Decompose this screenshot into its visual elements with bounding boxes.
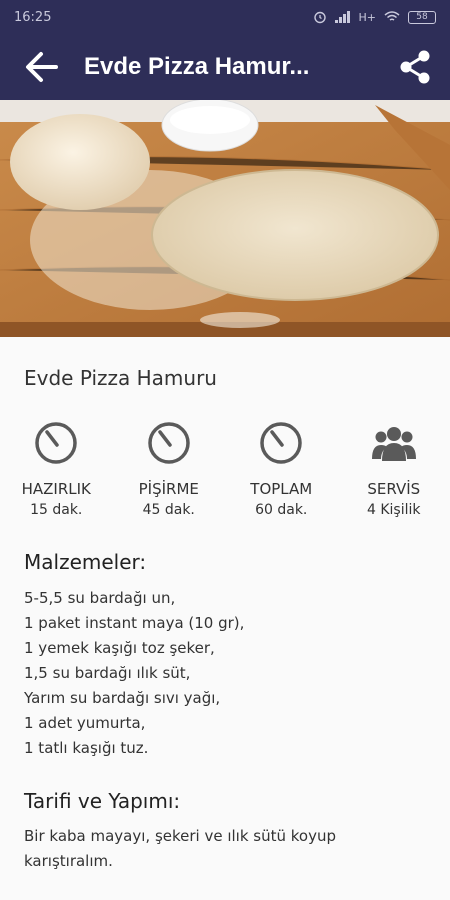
status-icons: H+ 58: [313, 10, 436, 24]
wifi-icon: [384, 11, 400, 21]
ingredients-heading: Malzemeler:: [24, 550, 147, 574]
list-item: 5-5,5 su bardağı un,: [24, 589, 176, 607]
instructions-heading: Tarifi ve Yapımı:: [24, 789, 181, 813]
stat-cook: PİŞİRME 45 dak.: [113, 418, 226, 518]
stat-value: 15 dak.: [30, 502, 83, 518]
people-icon: [371, 427, 416, 461]
app-toolbar: Evde Pizza Hamur...: [0, 34, 450, 100]
list-item: 1 tatlı kaşığı tuz.: [24, 739, 149, 757]
timer-icon: [260, 422, 302, 464]
stat-value: 45 dak.: [142, 502, 195, 518]
signal-icon: [334, 11, 350, 23]
stat-label: TOPLAM: [250, 480, 313, 498]
stat-prep: HAZIRLIK 15 dak.: [0, 418, 113, 518]
list-item: 1 yemek kaşığı toz şeker,: [24, 639, 215, 657]
toolbar-title: Evde Pizza Hamur...: [84, 53, 310, 80]
list-item: 1 adet yumurta,: [24, 714, 146, 732]
stat-servings: SERVİS 4 Kişilik: [338, 418, 450, 518]
stat-total: TOPLAM 60 dak.: [225, 418, 338, 518]
share-icon: [400, 50, 430, 84]
timer-icon: [35, 422, 77, 464]
share-button[interactable]: [380, 34, 450, 100]
instructions-text: Bir kaba mayayı, şekeri ve ılık sütü koy…: [24, 827, 337, 870]
status-time: 16:25: [14, 9, 52, 25]
battery-icon: 58: [408, 10, 436, 24]
stat-value: 60 dak.: [255, 502, 308, 518]
recipe-stats: HAZIRLIK 15 dak. PİŞİRME 45 dak. TOPLAM …: [0, 418, 450, 518]
back-button[interactable]: [0, 34, 84, 100]
stat-label: SERVİS: [367, 480, 421, 498]
list-item: Yarım su bardağı sıvı yağı,: [24, 689, 221, 707]
list-item: 1 paket instant maya (10 gr),: [24, 614, 245, 632]
ingredient-list: 5-5,5 su bardağı un, 1 paket instant may…: [24, 586, 244, 761]
recipe-photo: [0, 100, 450, 337]
alarm-icon: [313, 11, 326, 24]
stat-label: HAZIRLIK: [21, 480, 91, 498]
status-bar: 16:25 H+ 58: [0, 0, 450, 34]
stat-label: PİŞİRME: [138, 480, 199, 498]
timer-icon: [148, 422, 190, 464]
network-type: H+: [358, 10, 377, 24]
stat-value: 4 Kişilik: [367, 502, 421, 518]
arrow-back-icon: [26, 52, 58, 82]
recipe-title: Evde Pizza Hamuru: [24, 366, 217, 390]
list-item: 1,5 su bardağı ılık süt,: [24, 664, 191, 682]
